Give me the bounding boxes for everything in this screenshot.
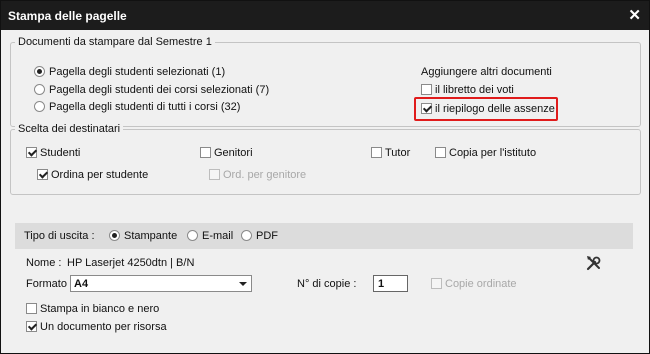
checkbox-grade-booklet-box[interactable]: [421, 84, 432, 95]
format-select[interactable]: A4: [70, 275, 252, 292]
printer-name-value: HP Laserjet 4250dtn | B/N: [67, 257, 195, 269]
option-label: PDF: [256, 230, 278, 242]
documents-legend: Documenti da stampare dal Semestre 1: [15, 36, 215, 48]
window-title: Stampa delle pagelle: [8, 9, 127, 23]
option-label: Pagella degli studenti dei corsi selezio…: [49, 84, 270, 96]
radio-all-courses[interactable]: [34, 101, 45, 112]
radio-selected-students[interactable]: [34, 66, 45, 77]
format-label: Formato: [26, 278, 67, 290]
copies-input[interactable]: 1: [373, 275, 408, 292]
checkbox-parents-box[interactable]: [200, 147, 211, 158]
radio-pdf[interactable]: [241, 230, 252, 241]
chevron-down-icon: [239, 282, 247, 286]
output-type-bar: [15, 223, 633, 249]
checkbox-black-white[interactable]: Stampa in bianco e nero: [26, 303, 159, 315]
close-icon[interactable]: ✕: [628, 6, 641, 24]
checkbox-label: Copia per l'istituto: [449, 147, 537, 159]
checkbox-institute-copy-box[interactable]: [435, 147, 446, 158]
format-value: A4: [74, 278, 89, 290]
option-label: Pagella degli studenti selezionati (1): [49, 66, 226, 78]
output-pdf[interactable]: PDF: [241, 230, 278, 242]
copies-label: N° di copie :: [297, 278, 357, 290]
checkbox-label: Un documento per risorsa: [40, 321, 167, 333]
checkbox-one-doc-per-resource[interactable]: Un documento per risorsa: [26, 321, 167, 333]
checkbox-label: Stampa in bianco e nero: [40, 303, 160, 315]
option-label: Stampante: [124, 230, 178, 242]
checkbox-label: Tutor: [385, 147, 411, 159]
checkbox-order-by-student-box[interactable]: [37, 169, 48, 180]
checkbox-black-white-box[interactable]: [26, 303, 37, 314]
recipients-legend: Scelta dei destinatari: [15, 123, 124, 135]
checkbox-students[interactable]: Studenti: [26, 147, 80, 159]
radio-email[interactable]: [187, 230, 198, 241]
radio-printer[interactable]: [109, 230, 120, 241]
checkbox-tutor-box[interactable]: [371, 147, 382, 158]
checkbox-tutor[interactable]: Tutor: [371, 147, 410, 159]
option-selected-courses[interactable]: Pagella degli studenti dei corsi selezio…: [34, 84, 269, 96]
checkbox-label: Ordina per studente: [51, 169, 149, 181]
checkbox-label: il libretto dei voti: [435, 84, 514, 96]
checkbox-order-by-parent: Ord. per genitore: [209, 169, 306, 181]
checkbox-collated-copies: Copie ordinate: [431, 278, 517, 290]
recipients-group: [10, 129, 641, 195]
checkbox-parents[interactable]: Genitori: [200, 147, 253, 159]
option-label: Pagella degli studenti di tutti i corsi …: [49, 101, 241, 113]
checkbox-students-box[interactable]: [26, 147, 37, 158]
checkbox-order-by-parent-box: [209, 169, 220, 180]
tools-icon[interactable]: [585, 254, 605, 272]
print-report-cards-dialog: Stampa delle pagelle ✕ Documenti da stam…: [0, 0, 650, 354]
checkbox-label: Studenti: [40, 147, 81, 159]
printer-name-label: Nome :: [26, 257, 62, 269]
checkbox-label: Ord. per genitore: [223, 169, 307, 181]
checkbox-label: Copie ordinate: [445, 278, 517, 290]
option-selected-students[interactable]: Pagella degli studenti selezionati (1): [34, 66, 225, 78]
radio-selected-courses[interactable]: [34, 84, 45, 95]
highlight-box: [414, 97, 558, 121]
output-email[interactable]: E-mail: [187, 230, 233, 242]
checkbox-institute-copy[interactable]: Copia per l'istituto: [435, 147, 536, 159]
checkbox-one-doc-per-resource-box[interactable]: [26, 321, 37, 332]
option-all-courses[interactable]: Pagella degli studenti di tutti i corsi …: [34, 101, 240, 113]
option-label: E-mail: [202, 230, 234, 242]
title-bar: Stampa delle pagelle ✕: [1, 1, 649, 30]
output-printer[interactable]: Stampante: [109, 230, 177, 242]
checkbox-order-by-student[interactable]: Ordina per studente: [37, 169, 148, 181]
output-type-label: Tipo di uscita :: [24, 230, 95, 242]
checkbox-label: Genitori: [214, 147, 253, 159]
extra-documents-title: Aggiungere altri documenti: [421, 66, 552, 78]
checkbox-collated-copies-box: [431, 278, 442, 289]
checkbox-grade-booklet[interactable]: il libretto dei voti: [421, 84, 514, 96]
